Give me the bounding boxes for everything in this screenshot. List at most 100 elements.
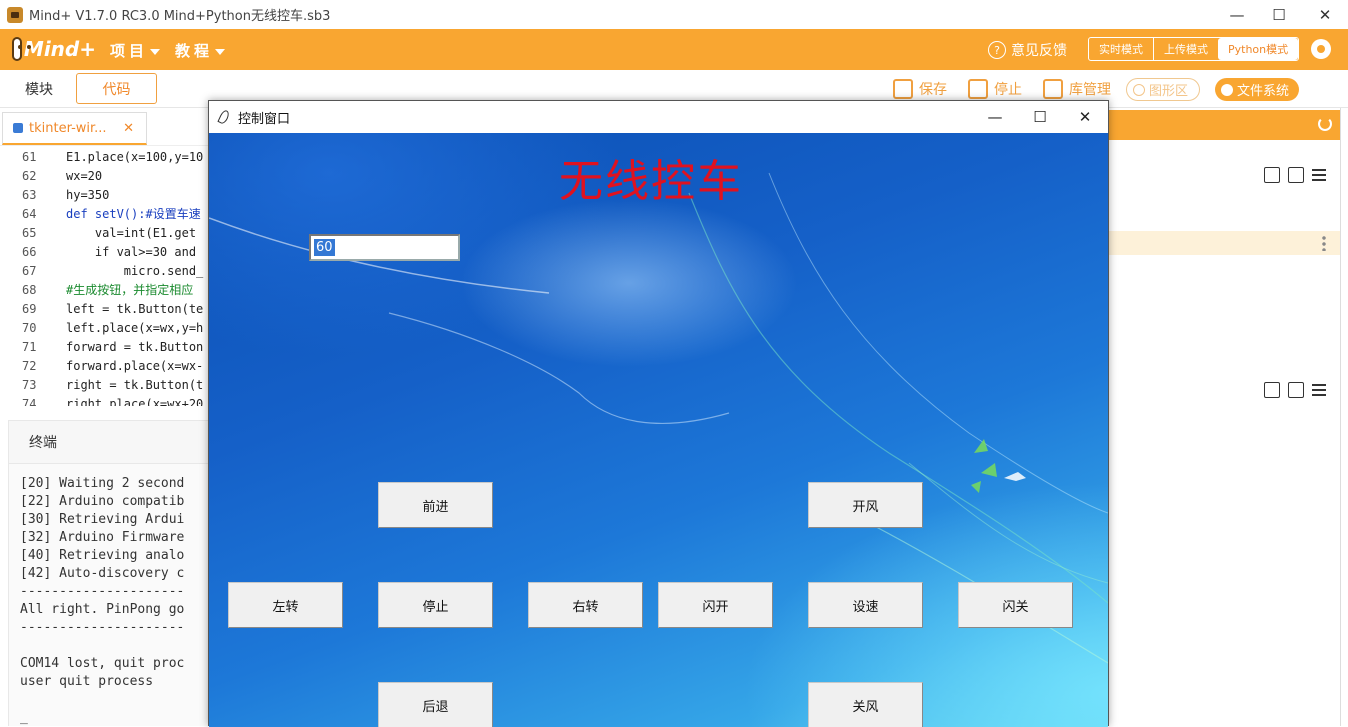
terminal-line: [32] Arduino Firmware bbox=[20, 530, 185, 545]
menu-icon[interactable] bbox=[1312, 169, 1326, 181]
menu-project[interactable]: 项目 bbox=[110, 40, 161, 61]
terminal-output[interactable]: [20] Waiting 2 second [22] Arduino compat… bbox=[8, 464, 210, 726]
window-title: Mind+ V1.7.0 RC3.0 Mind+Python无线控车.sb3 bbox=[29, 9, 331, 24]
tk-window-title: 控制窗口 bbox=[238, 111, 291, 127]
fan-on-button[interactable]: 开风 bbox=[808, 482, 923, 528]
right-panel-actions-top bbox=[1264, 167, 1326, 183]
question-icon: ? bbox=[988, 41, 1006, 59]
robot-logo-icon bbox=[12, 37, 22, 61]
new-file-icon[interactable] bbox=[1264, 167, 1280, 183]
new-file-icon[interactable] bbox=[1264, 382, 1280, 398]
line-number: 67 bbox=[22, 264, 37, 278]
maximize-button[interactable]: ☐ bbox=[1256, 0, 1302, 29]
tab-blocks[interactable]: 模块 bbox=[0, 73, 78, 104]
save-button[interactable]: 保存 bbox=[893, 78, 947, 100]
right-label: 右转 bbox=[572, 599, 599, 615]
gear-icon[interactable] bbox=[1311, 39, 1331, 59]
stop-car-button[interactable]: 停止 bbox=[378, 582, 493, 628]
tk-heading: 无线控车 bbox=[559, 156, 743, 207]
file-system-button[interactable]: 文件系统 bbox=[1215, 78, 1299, 101]
more-options-icon[interactable] bbox=[1322, 235, 1326, 251]
line-number: 65 bbox=[22, 226, 37, 240]
tab-code[interactable]: 代码 bbox=[76, 73, 157, 104]
terminal-line: --------------------- bbox=[20, 620, 185, 635]
feedback-label: 意见反馈 bbox=[1011, 43, 1067, 59]
tk-feather-icon bbox=[217, 108, 231, 126]
code-editor[interactable]: 61 E1.place(x=100,y=10 62 wx=20 63 hy=350 64 de… bbox=[0, 148, 210, 406]
right-panel-header bbox=[1108, 110, 1340, 140]
tk-canvas: 无线控车 60 前进 开风 左转 停止 右转 闪开 设速 闪关 后退 关风 bbox=[209, 133, 1108, 727]
stop-icon bbox=[968, 79, 988, 99]
tk-minimize-button[interactable]: — bbox=[972, 101, 1018, 133]
graphics-area-button[interactable]: 图形区 bbox=[1126, 78, 1200, 101]
close-button[interactable]: ✕ bbox=[1302, 0, 1348, 29]
right-panel-selected-row[interactable] bbox=[1108, 231, 1340, 255]
right-panel-actions-bottom bbox=[1264, 382, 1326, 398]
code-text: right.place(x=wx+20 bbox=[66, 397, 204, 406]
tk-close-button[interactable]: ✕ bbox=[1062, 101, 1108, 133]
tk-window-titlebar: 控制窗口 — ☐ ✕ bbox=[209, 101, 1108, 133]
files-label: 文件系统 bbox=[1237, 84, 1290, 99]
line-number: 72 bbox=[22, 359, 37, 373]
line-number: 71 bbox=[22, 340, 37, 354]
line-number: 63 bbox=[22, 188, 37, 202]
library-icon bbox=[1043, 79, 1063, 99]
mode-python[interactable]: Python模式 bbox=[1218, 38, 1299, 60]
tk-maximize-button[interactable]: ☐ bbox=[1017, 101, 1063, 133]
line-number: 74 bbox=[22, 397, 37, 406]
flash-off-button[interactable]: 闪关 bbox=[958, 582, 1073, 628]
mindplus-logo: Mind+ bbox=[12, 34, 96, 64]
library-manager-button[interactable]: 库管理 bbox=[1043, 78, 1111, 100]
logo-text: Mind+ bbox=[23, 37, 96, 61]
editor-file-tab[interactable]: tkinter-wir... ✕ bbox=[2, 112, 147, 145]
code-text: left.place(x=wx,y=h bbox=[66, 321, 204, 335]
left-button[interactable]: 左转 bbox=[228, 582, 343, 628]
menu-tutorial[interactable]: 教程 bbox=[175, 40, 226, 61]
minimize-button[interactable]: — bbox=[1214, 0, 1260, 29]
code-text: if val>=30 and bbox=[66, 245, 197, 259]
set-speed-button[interactable]: 设速 bbox=[808, 582, 923, 628]
code-line: 69 left = tk.Button(te bbox=[0, 300, 210, 319]
graphics-icon bbox=[1133, 83, 1145, 96]
forward-button[interactable]: 前进 bbox=[378, 482, 493, 528]
code-text: E1.place(x=100,y=10 bbox=[66, 150, 204, 164]
save-icon bbox=[893, 79, 913, 99]
code-text: #生成按钮，并指定相应 bbox=[66, 283, 194, 297]
code-text: right = tk.Button(t bbox=[66, 378, 204, 392]
terminal-line: user quit process bbox=[20, 674, 154, 689]
new-folder-icon[interactable] bbox=[1288, 382, 1304, 398]
chevron-down-icon bbox=[150, 48, 161, 55]
close-tab-icon[interactable]: ✕ bbox=[123, 121, 134, 136]
flash-on-button[interactable]: 闪开 bbox=[658, 582, 773, 628]
terminal-line: All right. PinPong go bbox=[20, 602, 185, 617]
refresh-icon[interactable] bbox=[1318, 117, 1332, 131]
line-number: 69 bbox=[22, 302, 37, 316]
code-line: 71 forward = tk.Button bbox=[0, 338, 210, 357]
fan-off-label: 关风 bbox=[852, 699, 879, 715]
feedback-button[interactable]: ? 意见反馈 bbox=[988, 40, 1067, 60]
stop-label: 停止 bbox=[994, 82, 1022, 98]
fan-on-label: 开风 bbox=[852, 499, 879, 515]
new-folder-icon[interactable] bbox=[1288, 167, 1304, 183]
menu-icon[interactable] bbox=[1312, 384, 1326, 396]
line-number: 62 bbox=[22, 169, 37, 183]
code-text: val=int(E1.get bbox=[66, 226, 197, 240]
speed-input[interactable]: 60 bbox=[309, 234, 460, 261]
stop-button[interactable]: 停止 bbox=[968, 78, 1022, 100]
code-line: 61 E1.place(x=100,y=10 bbox=[0, 148, 210, 167]
fan-off-button[interactable]: 关风 bbox=[808, 682, 923, 727]
right-button[interactable]: 右转 bbox=[528, 582, 643, 628]
backward-button[interactable]: 后退 bbox=[378, 682, 493, 727]
code-line: 72 forward.place(x=wx- bbox=[0, 357, 210, 376]
mode-realtime[interactable]: 实时模式 bbox=[1089, 38, 1153, 60]
backward-label: 后退 bbox=[422, 699, 449, 715]
terminal-line: [42] Auto-discovery c bbox=[20, 566, 185, 581]
check-icon bbox=[1221, 83, 1233, 96]
mindplus-app-icon bbox=[7, 6, 23, 23]
flash-off-label: 闪关 bbox=[1002, 599, 1029, 615]
app-titlebar: Mind+ V1.7.0 RC3.0 Mind+Python无线控车.sb3 —… bbox=[0, 0, 1348, 29]
terminal-title: 终端 bbox=[29, 435, 57, 451]
right-panel-border bbox=[1340, 108, 1341, 726]
mode-upload[interactable]: 上传模式 bbox=[1153, 38, 1218, 60]
code-line: 70 left.place(x=wx,y=h bbox=[0, 319, 210, 338]
